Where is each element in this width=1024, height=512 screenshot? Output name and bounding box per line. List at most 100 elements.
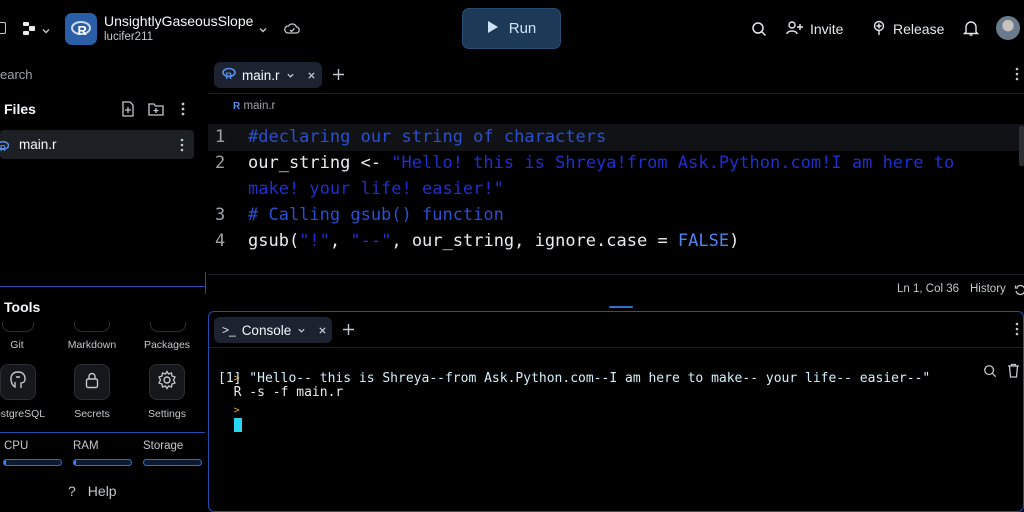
replit-logo-icon[interactable]	[22, 21, 38, 37]
play-icon	[487, 20, 499, 38]
line-numbers: 1 2 3 4	[215, 124, 235, 254]
code-token: "Hello! this is Shreya!from Ask.Python.c…	[391, 153, 955, 173]
code-area[interactable]: #declaring our string of characters our_s…	[248, 124, 1018, 254]
code-line[interactable]: our_string <- "Hello! this is Shreya!fro…	[248, 150, 1018, 176]
tool-tile-postgres[interactable]	[0, 364, 36, 400]
console-clear-icon[interactable]	[1007, 363, 1020, 383]
chevron-down-icon[interactable]	[286, 68, 295, 83]
sidebar-divider[interactable]	[0, 286, 205, 287]
history-button[interactable]: History	[970, 283, 1006, 295]
bell-icon[interactable]	[962, 20, 980, 42]
tab-label: main.r	[242, 67, 280, 83]
tool-tile-git[interactable]	[2, 322, 34, 332]
code-line[interactable]: gsub("!", "--", our_string, ignore.case …	[248, 228, 1018, 254]
line-number	[215, 176, 235, 202]
code-token: ,	[329, 231, 351, 251]
tool-tile-secrets[interactable]	[74, 364, 110, 400]
release-icon	[871, 20, 887, 39]
editor-scrollbar[interactable]	[1019, 126, 1024, 166]
editor-tab-divider	[208, 93, 1024, 94]
ram-usage-bar[interactable]	[73, 459, 132, 466]
tab-console[interactable]: >_ Console	[214, 317, 332, 343]
run-button-label: Run	[508, 20, 537, 37]
file-name[interactable]: main.r	[19, 137, 57, 152]
invite-button[interactable]: Invite	[786, 18, 843, 40]
code-line[interactable]: # Calling gsub() function	[248, 202, 1018, 228]
console-search-icon[interactable]	[983, 364, 997, 383]
chevron-down-icon[interactable]	[297, 323, 306, 338]
tool-tile-settings[interactable]	[149, 364, 185, 400]
code-token: # Calling gsub() function	[248, 205, 504, 225]
postgres-icon	[8, 370, 28, 395]
line-number: 2	[215, 153, 226, 173]
prompt-symbol: >	[233, 405, 240, 416]
r-file-icon: R	[0, 139, 10, 157]
new-tab-icon[interactable]	[342, 323, 355, 341]
avatar[interactable]	[996, 16, 1020, 40]
add-user-icon	[786, 20, 804, 39]
cursor-position[interactable]: Ln 1, Col 36	[897, 283, 959, 295]
tool-tile-markdown[interactable]	[74, 322, 110, 332]
question-icon: ?	[68, 483, 76, 499]
code-token: , our_string, ignore.case =	[391, 231, 678, 251]
close-icon[interactable]	[318, 323, 327, 338]
top-bar: R UnsightlyGaseousSlope lucifer211 Run I…	[0, 0, 1024, 58]
console-more-icon[interactable]	[1015, 322, 1019, 341]
console-output: [1] "Hello-- this is Shreya--from Ask.Py…	[218, 371, 931, 386]
repl-language-icon[interactable]: R	[65, 13, 97, 45]
r-file-icon: R	[222, 67, 236, 83]
tab-main-r[interactable]: R main.r	[214, 62, 322, 88]
history-icon[interactable]	[1014, 283, 1024, 301]
help-button[interactable]: ? Help	[68, 483, 117, 499]
run-button[interactable]: Run	[462, 8, 561, 49]
release-button[interactable]: Release	[871, 18, 944, 40]
tool-label-packages[interactable]: Packages	[122, 339, 212, 351]
code-line[interactable]: #declaring our string of characters	[248, 124, 1018, 150]
line-number: 4	[215, 231, 226, 251]
help-label: Help	[87, 483, 117, 499]
tools-heading: Tools	[4, 299, 41, 315]
gear-icon	[157, 369, 177, 395]
code-token: )	[729, 231, 740, 251]
pane-resize-handle[interactable]	[609, 306, 633, 308]
svg-text:R: R	[226, 71, 233, 80]
console-prompt-line[interactable]: >	[218, 387, 242, 432]
file-more-icon[interactable]	[180, 138, 184, 157]
chevron-down-icon[interactable]	[41, 23, 51, 41]
sidebar-search-input[interactable]: earch	[0, 67, 33, 82]
close-icon[interactable]	[307, 68, 316, 83]
new-file-icon[interactable]	[121, 101, 135, 122]
cpu-usage-bar[interactable]	[3, 459, 62, 466]
search-icon[interactable]	[751, 21, 767, 42]
new-tab-icon[interactable]	[332, 68, 345, 86]
usage-fill	[74, 460, 77, 465]
code-token: our_string <-	[248, 153, 392, 173]
invite-label: Invite	[810, 21, 844, 37]
code-token: #declaring our string of characters	[248, 127, 607, 147]
sidebar-toggle-icon[interactable]	[0, 22, 6, 34]
code-token: make! your life! easier!"	[248, 179, 504, 199]
editor-more-icon[interactable]	[1015, 67, 1019, 86]
release-label: Release	[893, 21, 945, 37]
repl-title[interactable]: UnsightlyGaseousSlope	[104, 13, 253, 29]
tools-divider	[0, 432, 205, 433]
storage-usage-bar[interactable]	[143, 459, 202, 466]
sidebar-resize-handle[interactable]	[205, 272, 206, 294]
line-number: 1	[215, 127, 226, 147]
new-folder-icon[interactable]	[148, 102, 164, 121]
repl-owner[interactable]: lucifer211	[104, 31, 153, 43]
tool-tile-packages[interactable]	[150, 322, 186, 332]
tool-label-settings[interactable]: Settings	[122, 408, 212, 420]
code-token: gsub(	[248, 231, 300, 251]
lock-icon	[84, 371, 100, 394]
more-options-icon[interactable]	[181, 102, 185, 121]
code-line[interactable]: make! your life! easier!"	[248, 176, 1018, 202]
tab-label: Console	[241, 322, 292, 338]
cloud-check-icon[interactable]	[284, 21, 300, 42]
code-token: "!"	[299, 231, 330, 251]
terminal-icon: >_	[222, 323, 236, 337]
chevron-down-icon[interactable]	[258, 22, 268, 40]
code-token: "--"	[350, 231, 392, 251]
files-heading: Files	[4, 101, 36, 117]
breadcrumb[interactable]: R main.r	[233, 100, 275, 112]
